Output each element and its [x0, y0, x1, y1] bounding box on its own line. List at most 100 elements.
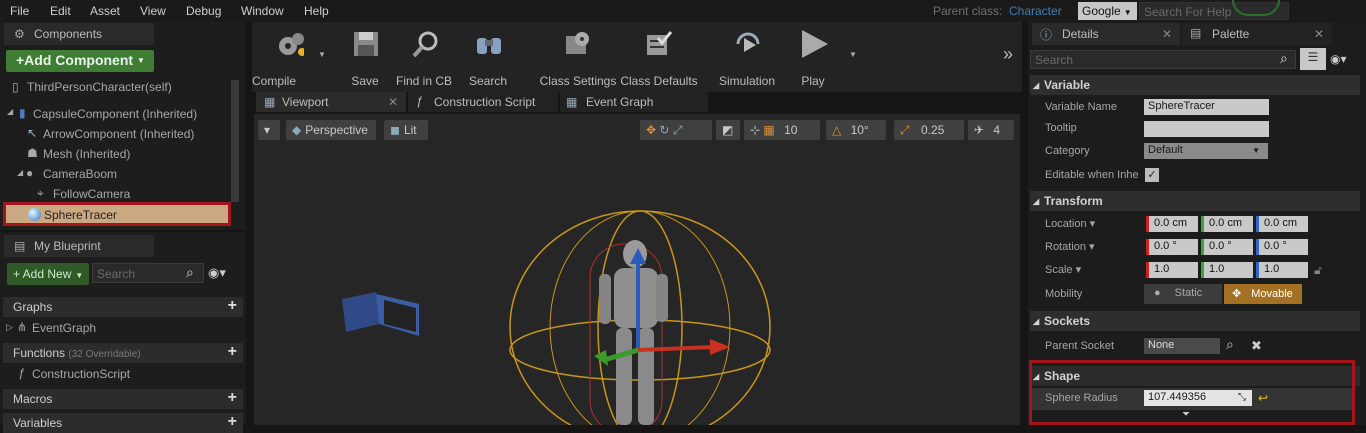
tab-my-blueprint[interactable]: ▤ My Blueprint: [4, 235, 154, 257]
details-search-input[interactable]: Search: [1030, 50, 1296, 69]
location-x-field[interactable]: 0.0 cm: [1146, 216, 1198, 232]
play-button[interactable]: Play: [778, 28, 848, 90]
add-function-icon[interactable]: +: [228, 343, 237, 361]
add-new-button[interactable]: + Add New ▼: [7, 263, 89, 285]
scale-snap-group[interactable]: ⤢ 0.25: [894, 120, 964, 140]
location-y-field[interactable]: 0.0 cm: [1201, 216, 1253, 232]
expand-arrow-icon[interactable]: ▷: [6, 322, 13, 333]
tree-item-followcamera[interactable]: FollowCamera: [53, 187, 130, 201]
parent-class-link[interactable]: Character: [1009, 4, 1062, 18]
rotate-icon[interactable]: ↻: [659, 123, 669, 137]
mobility-static-button[interactable]: ● Static: [1144, 284, 1222, 304]
tree-item-cameraboom[interactable]: CameraBoom: [43, 167, 117, 181]
close-icon[interactable]: ✕: [1162, 27, 1172, 41]
tab-components[interactable]: ⚙ Components: [4, 23, 154, 45]
scale-icon[interactable]: ⤢: [673, 123, 683, 137]
close-icon[interactable]: ✕: [1314, 27, 1324, 41]
simulation-button[interactable]: Simulation: [712, 28, 782, 90]
search-engine-dropdown[interactable]: Google ▼: [1078, 2, 1137, 20]
graph-eventgraph[interactable]: EventGraph: [32, 321, 96, 335]
section-functions[interactable]: Functions (32 Overridable) +: [3, 343, 243, 363]
compile-options-icon[interactable]: ▼: [318, 50, 326, 59]
menu-asset[interactable]: Asset: [90, 4, 120, 18]
surface-snap-icon[interactable]: ⊹: [750, 123, 760, 137]
components-scrollbar[interactable]: [231, 80, 239, 202]
grid-snap-icon[interactable]: ▦: [763, 123, 774, 137]
grid-snap-group[interactable]: ⊹ ▦ 10: [744, 120, 820, 140]
eye-icon[interactable]: ◉▾: [1330, 52, 1347, 66]
expand-arrow-icon[interactable]: ◢: [17, 168, 23, 177]
scale-z-field[interactable]: 1.0: [1256, 262, 1308, 278]
location-label[interactable]: Location ▾: [1045, 217, 1095, 230]
menu-debug[interactable]: Debug: [186, 4, 221, 18]
camera-speed-group[interactable]: ✈ 4: [968, 120, 1014, 140]
parent-socket-field[interactable]: None: [1144, 338, 1220, 354]
class-defaults-button[interactable]: Class Defaults: [614, 28, 704, 90]
toolbar-overflow-icon[interactable]: »: [1003, 44, 1013, 65]
tree-item-arrow[interactable]: ArrowComponent (Inherited): [43, 127, 194, 141]
rotation-label[interactable]: Rotation ▾: [1045, 240, 1095, 253]
world-local-icon[interactable]: ◩: [716, 120, 740, 140]
camera-speed-value[interactable]: 4: [993, 123, 1000, 137]
add-graph-icon[interactable]: +: [228, 297, 237, 315]
lit-button[interactable]: ◼ Lit: [384, 120, 428, 140]
translate-icon[interactable]: ✥: [646, 123, 656, 137]
menu-file[interactable]: File: [10, 4, 29, 18]
function-constructionscript[interactable]: ConstructionScript: [32, 367, 130, 381]
scale-y-field[interactable]: 1.0: [1201, 262, 1253, 278]
section-graphs[interactable]: Graphs +: [3, 297, 243, 317]
rotation-z-field[interactable]: 0.0 °: [1256, 239, 1308, 255]
tab-details[interactable]: ⓘ Details ✕: [1032, 23, 1180, 45]
add-variable-icon[interactable]: +: [228, 413, 237, 431]
category-dropdown[interactable]: Default ▼: [1144, 143, 1268, 159]
scale-label[interactable]: Scale ▾: [1045, 263, 1081, 276]
grid-snap-value[interactable]: 10: [784, 123, 797, 137]
rotation-snap-icon[interactable]: △: [832, 123, 841, 137]
section-transform-header[interactable]: ◢ Transform: [1030, 191, 1360, 211]
clear-icon[interactable]: ✖: [1251, 338, 1262, 354]
expand-arrow-icon[interactable]: ◢: [7, 107, 13, 116]
add-component-button[interactable]: +Add Component: [6, 50, 154, 72]
section-macros[interactable]: Macros +: [3, 389, 243, 409]
eye-icon[interactable]: ◉▾: [208, 265, 226, 281]
section-variable-header[interactable]: ◢ Variable: [1030, 75, 1360, 95]
add-macro-icon[interactable]: +: [228, 389, 237, 407]
scale-snap-icon[interactable]: ⤢: [900, 123, 910, 137]
search-button[interactable]: Search: [453, 28, 523, 90]
play-options-icon[interactable]: ▼: [849, 50, 857, 59]
perspective-button[interactable]: ◆ Perspective: [286, 120, 376, 140]
tree-item-spheretracer-selected[interactable]: SphereTracer: [3, 202, 231, 226]
mobility-movable-button[interactable]: ✥ Movable: [1224, 284, 1302, 304]
compile-button[interactable]: Compile: [252, 28, 324, 90]
scale-snap-value[interactable]: 0.25: [921, 123, 944, 137]
variable-name-field[interactable]: SphereTracer: [1144, 99, 1269, 115]
scale-x-field[interactable]: 1.0: [1146, 262, 1198, 278]
rotation-snap-value[interactable]: 10°: [851, 123, 869, 137]
section-sockets-header[interactable]: ◢ Sockets: [1030, 311, 1360, 331]
property-matrix-icon[interactable]: ☰: [1300, 48, 1326, 70]
menu-help[interactable]: Help: [304, 4, 329, 18]
viewport-options-icon[interactable]: ▾: [258, 120, 280, 140]
rotation-x-field[interactable]: 0.0 °: [1146, 239, 1198, 255]
lock-icon[interactable]: 🔓︎: [1314, 263, 1322, 278]
tab-event-graph[interactable]: ▦ Event Graph: [560, 92, 708, 112]
tree-item-capsule[interactable]: CapsuleComponent (Inherited): [33, 107, 197, 121]
find-in-cb-button[interactable]: Find in CB: [389, 28, 459, 90]
tab-viewport[interactable]: ▦ Viewport ✕: [256, 92, 406, 112]
rotation-y-field[interactable]: 0.0 °: [1201, 239, 1253, 255]
location-z-field[interactable]: 0.0 cm: [1256, 216, 1308, 232]
search-icon[interactable]: ⌕: [1226, 336, 1234, 353]
close-icon[interactable]: ✕: [388, 95, 398, 109]
rotation-snap-group[interactable]: △ 10°: [826, 120, 886, 140]
viewport[interactable]: ▾ ◆ Perspective ◼ Lit ✥ ↻ ⤢ ◩ ⊹ ▦ 10 △ 10°…: [254, 114, 1020, 425]
menu-edit[interactable]: Edit: [50, 4, 71, 18]
tree-item-mesh[interactable]: Mesh (Inherited): [43, 147, 130, 161]
menu-window[interactable]: Window: [241, 4, 284, 18]
menu-view[interactable]: View: [140, 4, 166, 18]
section-variables[interactable]: Variables +: [3, 413, 243, 433]
tab-construction-script[interactable]: ƒ Construction Script: [408, 92, 558, 112]
tooltip-field[interactable]: [1144, 121, 1269, 137]
editable-checkbox[interactable]: ✓: [1145, 168, 1159, 182]
tab-palette[interactable]: ▤ Palette ✕: [1182, 23, 1332, 45]
tree-item-self[interactable]: ThirdPersonCharacter(self): [27, 80, 172, 94]
